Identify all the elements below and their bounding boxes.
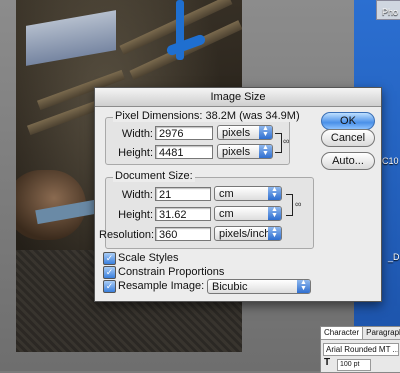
resample-method-select[interactable]: Bicubic ▲ ▼ <box>207 279 311 294</box>
pixel-height-unit: pixels <box>222 146 251 158</box>
select-arrows-icon: ▲ ▼ <box>268 186 281 200</box>
document-link-bracket <box>286 194 293 216</box>
pixel-dimensions-summary: 38.2M (was 34.9M) <box>205 110 300 122</box>
pixel-width-unit: pixels <box>222 127 251 139</box>
scale-styles-checkbox[interactable]: ✓ <box>103 252 116 265</box>
select-arrows-icon: ▲ ▼ <box>259 144 272 158</box>
pixel-height-label: Height: <box>118 147 153 159</box>
select-arrows-icon: ▲ ▼ <box>268 226 281 240</box>
character-palette-tabs: Character Paragraph <box>321 327 400 340</box>
document-size-label: Document Size: <box>113 170 195 182</box>
scale-styles-label: Scale Styles <box>118 252 179 264</box>
pixel-width-field[interactable]: 2976 <box>155 126 213 140</box>
resolution-field[interactable]: 360 <box>155 227 211 241</box>
doc-height-field[interactable]: 31.62 <box>155 207 211 221</box>
doc-width-unit-select[interactable]: cm ▲ ▼ <box>214 186 282 201</box>
doc-height-unit-select[interactable]: cm ▲ ▼ <box>214 206 282 221</box>
font-family-select[interactable]: Arial Rounded MT ... <box>323 343 399 356</box>
tab-paragraph[interactable]: Paragraph <box>363 327 400 339</box>
auto-button[interactable]: Auto... <box>321 152 375 170</box>
resolution-unit-select[interactable]: pixels/inch ▲ ▼ <box>214 226 282 241</box>
pixel-link-bracket <box>275 133 282 153</box>
pixel-dimensions-label: Pixel Dimensions: <box>115 110 203 122</box>
chain-link-icon: ∞ <box>295 199 302 209</box>
desktop-label[interactable]: C10 <box>382 156 399 166</box>
pixel-width-label: Width: <box>121 128 153 140</box>
resample-image-label: Resample Image: <box>118 280 205 292</box>
font-size-field[interactable]: 100 pt <box>337 359 371 371</box>
doc-width-unit: cm <box>219 188 234 200</box>
pixel-dimensions-heading: Pixel Dimensions: 38.2M (was 34.9M) <box>113 110 302 122</box>
resample-method: Bicubic <box>212 281 248 293</box>
select-arrows-icon: ▲ ▼ <box>297 279 310 293</box>
pixel-height-unit-select[interactable]: pixels ▲ ▼ <box>217 144 273 159</box>
character-palette: Character Paragraph Arial Rounded MT ...… <box>320 326 400 373</box>
ok-button[interactable]: OK <box>321 112 375 130</box>
chain-link-icon: ∞ <box>283 136 290 146</box>
doc-height-label: Height: <box>118 209 153 221</box>
desktop-label[interactable]: _DS <box>388 252 400 262</box>
constrain-proportions-checkbox[interactable]: ✓ <box>103 266 116 279</box>
doc-width-field[interactable]: 21 <box>155 187 211 201</box>
resolution-label: Resolution: <box>99 229 155 241</box>
resample-image-checkbox[interactable]: ✓ <box>103 280 116 293</box>
pixel-width-unit-select[interactable]: pixels ▲ ▼ <box>217 125 273 140</box>
cancel-button[interactable]: Cancel <box>321 129 375 147</box>
select-arrows-icon: ▲ ▼ <box>268 206 281 220</box>
doc-width-label: Width: <box>121 189 153 201</box>
tab-character[interactable]: Character <box>321 327 364 339</box>
resolution-unit: pixels/inch <box>219 228 271 240</box>
select-arrows-icon: ▲ ▼ <box>259 125 272 139</box>
image-size-dialog: Image Size Pixel Dimensions: 38.2M (was … <box>94 87 382 302</box>
constrain-proportions-label: Constrain Proportions <box>118 266 225 278</box>
photo-window-light <box>26 10 116 66</box>
desktop-label[interactable]: Pho <box>382 7 398 17</box>
doc-height-unit: cm <box>219 208 234 220</box>
dialog-title: Image Size <box>95 88 381 107</box>
pixel-height-field[interactable]: 4481 <box>155 145 213 159</box>
font-size-icon: T <box>324 357 331 368</box>
